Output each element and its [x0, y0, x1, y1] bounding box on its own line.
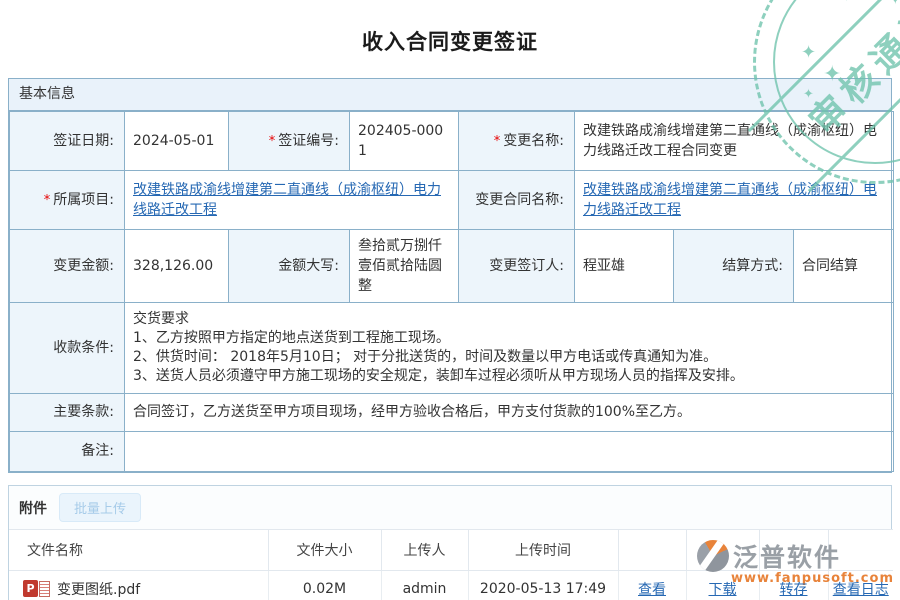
contract-name-value: 改建铁路成渝线增建第二直通线（成渝枢纽）电力线路迁改工程	[575, 171, 894, 230]
attachments-header-row: 文件名称 文件大小 上传人 上传时间	[9, 530, 893, 571]
required-mark: *	[269, 134, 276, 149]
file-action-cell: 查看	[618, 571, 686, 600]
sign-date-value: 2024-05-01	[125, 112, 229, 171]
view-link[interactable]: 查看	[638, 582, 666, 598]
table-row: 主要条款: 合同签订，乙方送货至甲方项目现场，经甲方验收合格后，甲方支付货款的1…	[10, 394, 894, 432]
column-header-file-size: 文件大小	[268, 530, 381, 571]
amount-label: 变更金额:	[10, 230, 125, 303]
change-name-value: 改建铁路成渝线增建第二直通线（成渝枢纽）电力线路迁改工程合同变更	[575, 112, 894, 171]
file-action-cell: 转存	[759, 571, 828, 600]
amount-caps-label: 金额大写:	[229, 230, 350, 303]
contract-name-link[interactable]: 改建铁路成渝线增建第二直通线（成渝枢纽）电力线路迁改工程	[583, 182, 877, 218]
basic-info-section-title: 基本信息	[9, 79, 891, 111]
table-row: 签证日期: 2024-05-01 *签证编号: 202405-0001 *变更名…	[10, 112, 894, 171]
payment-terms-line: 3、送货人员必须遵守甲方施工现场的安全规定，装卸车过程必须听从甲方现场人员的指挥…	[133, 367, 885, 386]
attachments-header: 附件 批量上传	[9, 486, 891, 529]
table-row: 变更金额: 328,126.00 金额大写: 叁拾贰万捌仟壹佰贰拾陆圆整 变更签…	[10, 230, 894, 303]
payment-terms-label: 收款条件:	[10, 303, 125, 394]
batch-upload-button[interactable]: 批量上传	[59, 493, 141, 522]
file-uploader: admin	[381, 571, 468, 600]
main-clause-label: 主要条款:	[10, 394, 125, 432]
basic-info-table: 签证日期: 2024-05-01 *签证编号: 202405-0001 *变更名…	[9, 111, 894, 472]
settle-method-value: 合同结算	[794, 230, 894, 303]
page-title: 收入合同变更签证	[0, 26, 900, 56]
star-icon: ✦	[841, 0, 853, 4]
column-header-file-name: 文件名称	[9, 530, 268, 571]
project-label: *所属项目:	[10, 171, 125, 230]
remark-value	[125, 432, 894, 472]
file-upload-time: 2020-05-13 17:49	[468, 571, 618, 600]
file-size: 0.02M	[268, 571, 381, 600]
project-value: 改建铁路成渝线增建第二直通线（成渝枢纽）电力线路迁改工程	[125, 171, 459, 230]
column-header-upload-time: 上传时间	[468, 530, 618, 571]
main-clause-value: 合同签订，乙方送货至甲方项目现场，经甲方验收合格后，甲方支付货款的100%至乙方…	[125, 394, 894, 432]
pdf-file-icon: P	[23, 580, 50, 597]
file-action-cell: 查看日志	[828, 571, 893, 600]
file-name-cell: P 变更图纸.pdf	[9, 571, 268, 600]
project-link[interactable]: 改建铁路成渝线增建第二直通线（成渝枢纽）电力线路迁改工程	[133, 182, 441, 218]
attachments-section-title: 附件	[19, 498, 47, 518]
payment-terms-line: 交货要求	[133, 310, 885, 329]
signer-value: 程亚雄	[575, 230, 674, 303]
sign-no-value: 202405-0001	[350, 112, 459, 171]
amount-caps-value: 叁拾贰万捌仟壹佰贰拾陆圆整	[350, 230, 459, 303]
download-link[interactable]: 下载	[709, 582, 737, 598]
basic-info-panel: 基本信息 签证日期: 2024-05-01 *签证编号: 202405-0001…	[8, 78, 892, 473]
payment-terms-value: 交货要求 1、乙方按照甲方指定的地点送货到工程施工现场。 2、供货时间： 201…	[125, 303, 894, 394]
remark-label: 备注:	[10, 432, 125, 472]
attachments-panel: 附件 批量上传 文件名称 文件大小 上传人 上传时间 P 变更图纸.pdf	[8, 485, 892, 600]
attachments-table: 文件名称 文件大小 上传人 上传时间 P 变更图纸.pdf 0.02M admi…	[9, 529, 893, 600]
table-row: 备注:	[10, 432, 894, 472]
sign-date-label: 签证日期:	[10, 112, 125, 171]
payment-terms-line: 2、供货时间： 2018年5月10日； 对于分批送货的，时间及数量以甲方电话或传…	[133, 348, 885, 367]
sign-no-label: *签证编号:	[229, 112, 350, 171]
required-mark: *	[494, 134, 501, 149]
file-action-cell: 下载	[686, 571, 759, 600]
attachment-row: P 变更图纸.pdf 0.02M admin 2020-05-13 17:49 …	[9, 571, 893, 600]
view-log-link[interactable]: 查看日志	[833, 582, 889, 598]
change-name-label: *变更名称:	[459, 112, 575, 171]
column-header-empty	[759, 530, 828, 571]
column-header-empty	[686, 530, 759, 571]
contract-name-label: 变更合同名称:	[459, 171, 575, 230]
file-name: 变更图纸.pdf	[57, 579, 140, 599]
star-icon: ✦	[889, 0, 900, 7]
save-as-link[interactable]: 转存	[780, 582, 808, 598]
column-header-empty	[828, 530, 893, 571]
table-row: *所属项目: 改建铁路成渝线增建第二直通线（成渝枢纽）电力线路迁改工程 变更合同…	[10, 171, 894, 230]
table-row: 收款条件: 交货要求 1、乙方按照甲方指定的地点送货到工程施工现场。 2、供货时…	[10, 303, 894, 394]
column-header-uploader: 上传人	[381, 530, 468, 571]
payment-terms-line: 1、乙方按照甲方指定的地点送货到工程施工现场。	[133, 329, 885, 348]
settle-method-label: 结算方式:	[674, 230, 794, 303]
required-mark: *	[44, 193, 51, 208]
column-header-empty	[618, 530, 686, 571]
signer-label: 变更签订人:	[459, 230, 575, 303]
amount-value: 328,126.00	[125, 230, 229, 303]
